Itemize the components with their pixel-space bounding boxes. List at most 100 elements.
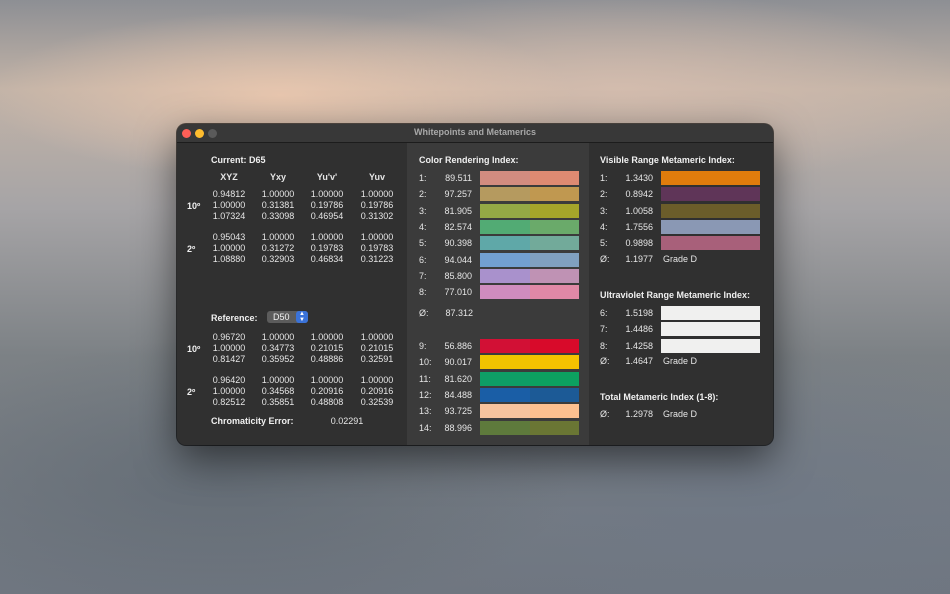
value-cell: 0.31302 (360, 211, 394, 221)
swatch-test-half (529, 252, 579, 267)
value-cell: 1.00000 (360, 189, 394, 199)
uv-range-title: Ultraviolet Range Metameric Index: (600, 290, 751, 300)
whitepoint-panel: Current: D65 XYZ Yxy Yu'v' Yuv 10º 0.948… (177, 143, 407, 445)
row-value: 81.620 (444, 373, 472, 384)
swatch-test-half (529, 219, 579, 234)
row-value: 0.9898 (625, 238, 653, 249)
value-cell: 0.20916 (360, 386, 394, 396)
value-cell: 1.00000 (261, 189, 295, 199)
row-index: 6: (600, 308, 608, 318)
swatch-reference-half (480, 171, 530, 185)
color-swatch (480, 339, 579, 353)
swatch-reference-half (480, 404, 530, 419)
swatch-test-half (529, 420, 579, 435)
color-swatch (480, 252, 579, 267)
color-swatch (480, 187, 579, 202)
uv-grade: Grade D (663, 356, 698, 366)
color-swatch (480, 420, 579, 435)
col-header-yxy: Yxy (269, 172, 286, 182)
swatch-test-half (529, 171, 579, 185)
swatch-reference-half (480, 420, 530, 435)
row-index: 14: (419, 422, 432, 433)
swatch-reference-half (480, 219, 530, 234)
swatch-test-half (529, 355, 579, 370)
row-value: 1.5198 (625, 308, 653, 318)
color-swatch (661, 338, 760, 353)
swatch-test-half (529, 339, 579, 353)
swatch-reference-half (480, 268, 530, 283)
total-grade: Grade D (663, 409, 698, 419)
value-cell: 0.32539 (360, 397, 394, 407)
row-index: 5: (419, 238, 427, 249)
reference-value: D50 (273, 312, 290, 322)
color-swatch (480, 219, 579, 234)
color-swatch (480, 355, 579, 370)
current-row-label-10: 10º (187, 201, 201, 211)
swatch-test-half (529, 236, 579, 251)
swatch-reference-half (480, 187, 530, 202)
color-swatch (661, 306, 760, 320)
row-index: 7: (419, 270, 427, 281)
value-cell: 0.35851 (261, 397, 295, 407)
row-index: 1: (600, 173, 608, 183)
value-cell: 0.33098 (261, 211, 295, 221)
col-header-yuv-prime: Yu'v' (316, 172, 338, 182)
cri-title: Color Rendering Index: (419, 155, 519, 165)
title-bar[interactable]: Whitepoints and Metamerics (177, 124, 773, 143)
value-cell: 0.82512 (212, 397, 246, 407)
visible-range-title: Visible Range Metameric Index: (600, 155, 735, 165)
row-value: 81.905 (444, 205, 472, 216)
value-cell: 0.34773 (261, 343, 295, 353)
row-index: 6: (419, 254, 427, 265)
current-label: Current: D65 (211, 155, 266, 165)
row-index: 13: (419, 406, 432, 417)
row-value: 89.511 (445, 173, 472, 183)
value-cell: 0.19786 (310, 200, 344, 210)
visible-average-label: Ø: (600, 254, 610, 264)
value-cell: 0.19783 (360, 243, 394, 253)
row-value: 1.0058 (625, 205, 653, 216)
value-cell: 1.00000 (212, 386, 246, 396)
row-value: 1.4258 (625, 340, 653, 351)
reference-illuminant-select[interactable]: D50 ▲ ▼ (267, 311, 308, 323)
value-cell: 1.00000 (261, 375, 295, 385)
swatch-test-half (529, 371, 579, 386)
row-value: 94.044 (444, 254, 472, 265)
row-index: 2: (419, 189, 427, 200)
value-cell: 1.00000 (212, 243, 246, 253)
col-header-xyz: XYZ (220, 172, 238, 182)
metameric-panel: Visible Range Metameric Index: 1: 1.3430 2… (589, 143, 773, 445)
row-value: 1.3430 (625, 173, 653, 183)
total-metameric-title: Total Metameric Index (1-8): (600, 392, 719, 402)
row-value: 93.725 (444, 406, 472, 417)
color-swatch (480, 285, 579, 300)
value-cell: 1.00000 (310, 232, 344, 242)
visible-average-value: 1.1977 (625, 254, 653, 264)
cri-average-label: Ø: (419, 308, 429, 318)
color-swatch (480, 404, 579, 419)
color-swatch (480, 203, 579, 218)
row-index: 3: (419, 205, 427, 216)
value-cell: 0.31381 (261, 200, 295, 210)
row-value: 1.4486 (625, 324, 653, 335)
color-swatch (661, 187, 760, 202)
current-row-label-2: 2º (187, 244, 196, 254)
color-swatch (661, 203, 760, 218)
value-cell: 1.00000 (261, 232, 295, 242)
window-title: Whitepoints and Metamerics (413, 127, 537, 137)
value-cell: 0.95043 (212, 232, 246, 242)
visible-grade: Grade D (663, 254, 698, 264)
value-cell: 1.00000 (360, 375, 394, 385)
value-cell: 1.00000 (310, 189, 344, 199)
color-swatch (480, 236, 579, 251)
app-window: Whitepoints and Metamerics Current: D65 … (177, 124, 773, 445)
row-index: 9: (419, 341, 427, 351)
row-value: 56.886 (444, 341, 472, 351)
value-cell: 1.00000 (310, 332, 344, 342)
value-cell: 1.07324 (212, 211, 246, 221)
color-swatch (661, 322, 760, 337)
value-cell: 0.20916 (310, 386, 344, 396)
swatch-test-half (529, 187, 579, 202)
swatch-test-half (529, 387, 579, 402)
value-cell: 0.96420 (212, 375, 246, 385)
